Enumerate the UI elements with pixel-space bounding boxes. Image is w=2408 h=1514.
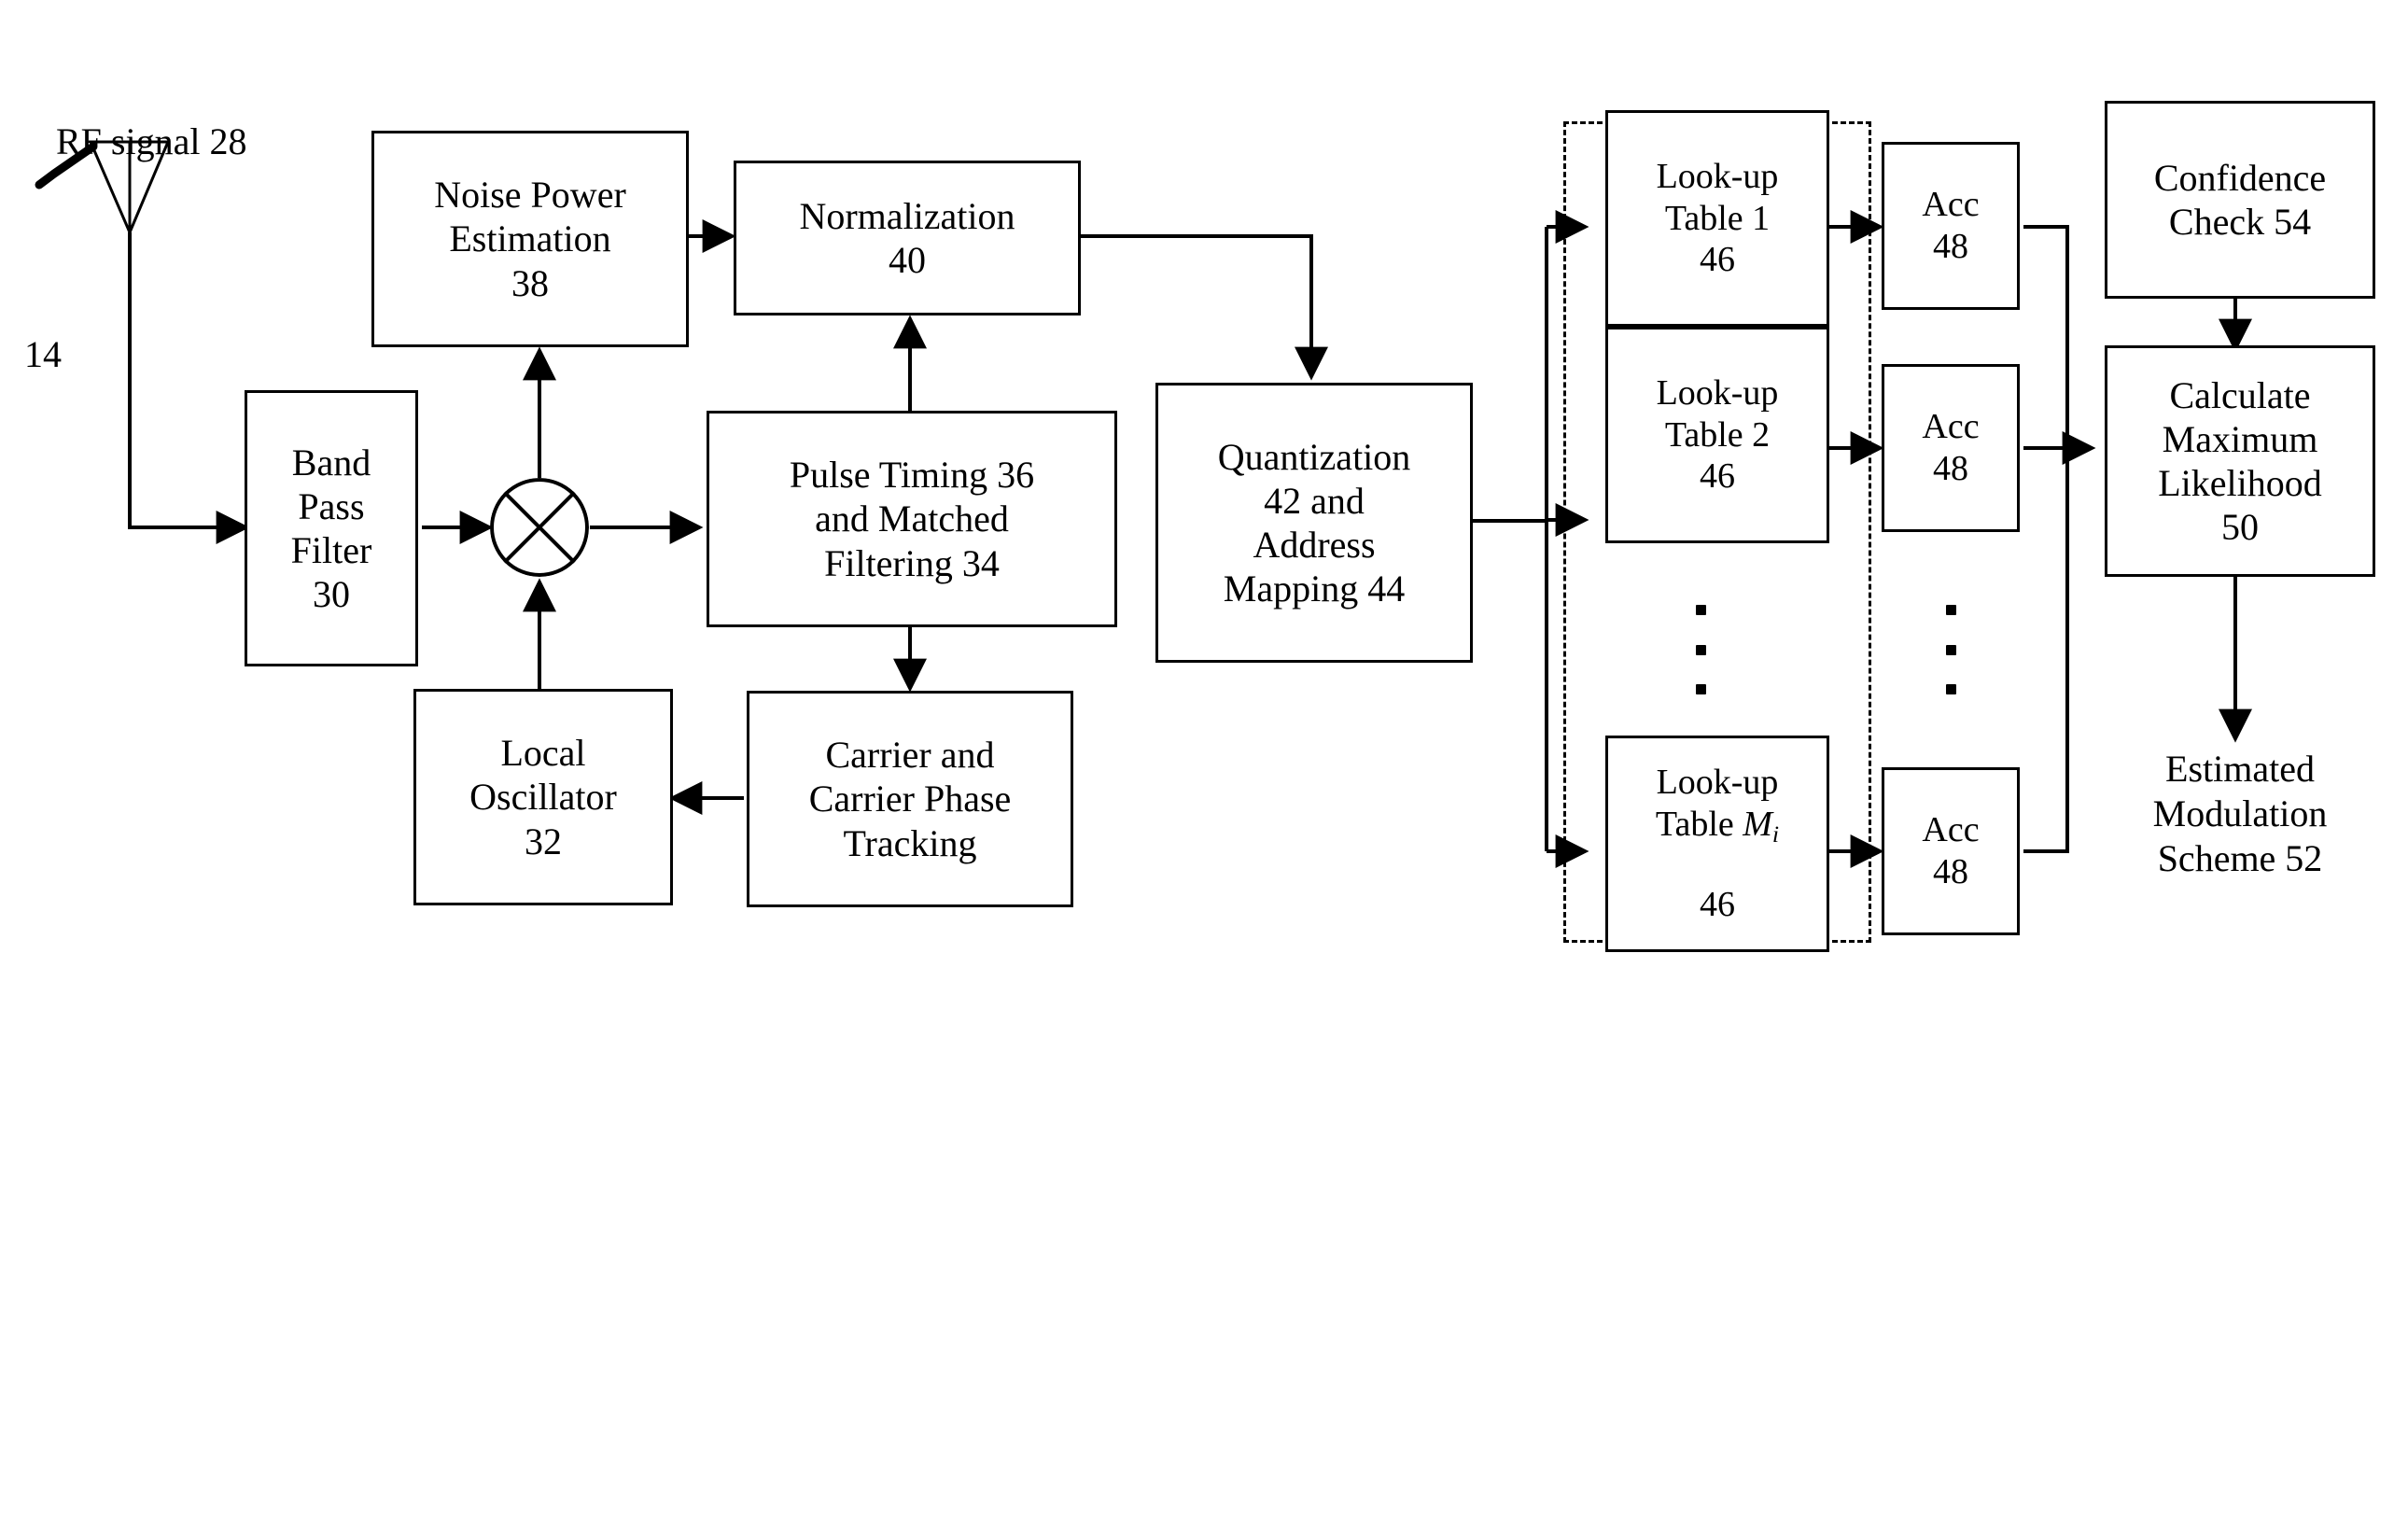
calculate-maximum-likelihood-label: Calculate Maximum Likelihood 50: [2158, 373, 2322, 549]
carrier-phase-tracking-label: Carrier and Carrier Phase Tracking: [808, 734, 1012, 864]
vertical-ellipsis-icon-acc: [1945, 605, 1956, 694]
connector-layer: [35, 140, 2252, 868]
accumulator-2-block[interactable]: Acc 48: [1882, 364, 2020, 532]
confidence-check-label: Confidence Check 54: [2153, 156, 2327, 243]
noise-power-estimation-label: Noise Power Estimation 38: [434, 174, 626, 304]
vertical-ellipsis-icon-lut: [1695, 605, 1706, 694]
antenna-ref-label: 14: [24, 333, 62, 375]
accumulator-1-label: Acc 48: [1922, 185, 1980, 266]
accumulator-2-label: Acc 48: [1922, 407, 1980, 488]
lookup-table-1-label: Look-up Table 1 46: [1656, 156, 1779, 280]
pulse-timing-matched-filtering-label: Pulse Timing 36 and Matched Filtering 34: [789, 454, 1035, 584]
lookup-table-m-ref: 46: [1700, 885, 1735, 925]
pulse-timing-matched-filtering-block[interactable]: Pulse Timing 36 and Matched Filtering 34: [707, 411, 1117, 627]
patent-figure-canvas: RF signal 28 14 Noise Power Estimation 3…: [0, 0, 2408, 1514]
lookup-table-m-line1: Look-up: [1656, 762, 1779, 802]
carrier-phase-tracking-block[interactable]: Carrier and Carrier Phase Tracking: [747, 691, 1073, 907]
lookup-table-2-block[interactable]: Look-up Table 2 46: [1605, 327, 1829, 543]
band-pass-filter-label: Band Pass Filter 30: [290, 441, 372, 616]
lookup-table-m-line2: Table Mi: [1655, 804, 1780, 848]
local-oscillator-block[interactable]: Local Oscillator 32: [413, 689, 673, 905]
normalization-block[interactable]: Normalization 40: [734, 161, 1081, 315]
confidence-check-block[interactable]: Confidence Check 54: [2105, 101, 2375, 299]
lookup-table-m-block[interactable]: Look-up Table Mi 46: [1605, 736, 1829, 952]
calculate-maximum-likelihood-block[interactable]: Calculate Maximum Likelihood 50: [2105, 345, 2375, 577]
normalization-label: Normalization 40: [799, 194, 1015, 281]
mixer-multiplier-icon: [490, 478, 589, 577]
quantization-address-mapping-label: Quantization 42 and Address Mapping 44: [1217, 435, 1411, 610]
accumulator-1-block[interactable]: Acc 48: [1882, 142, 2020, 310]
quantization-address-mapping-block[interactable]: Quantization 42 and Address Mapping 44: [1155, 383, 1473, 663]
accumulator-3-label: Acc 48: [1922, 810, 1980, 891]
estimated-modulation-scheme-label: Estimated Modulation Scheme 52: [2152, 748, 2328, 879]
accumulator-3-block[interactable]: Acc 48: [1882, 767, 2020, 935]
noise-power-estimation-block[interactable]: Noise Power Estimation 38: [371, 131, 689, 347]
band-pass-filter-block[interactable]: Band Pass Filter 30: [245, 390, 418, 666]
lookup-table-2-label: Look-up Table 2 46: [1656, 372, 1779, 497]
lookup-table-1-block[interactable]: Look-up Table 1 46: [1605, 110, 1829, 327]
local-oscillator-label: Local Oscillator 32: [469, 732, 617, 862]
